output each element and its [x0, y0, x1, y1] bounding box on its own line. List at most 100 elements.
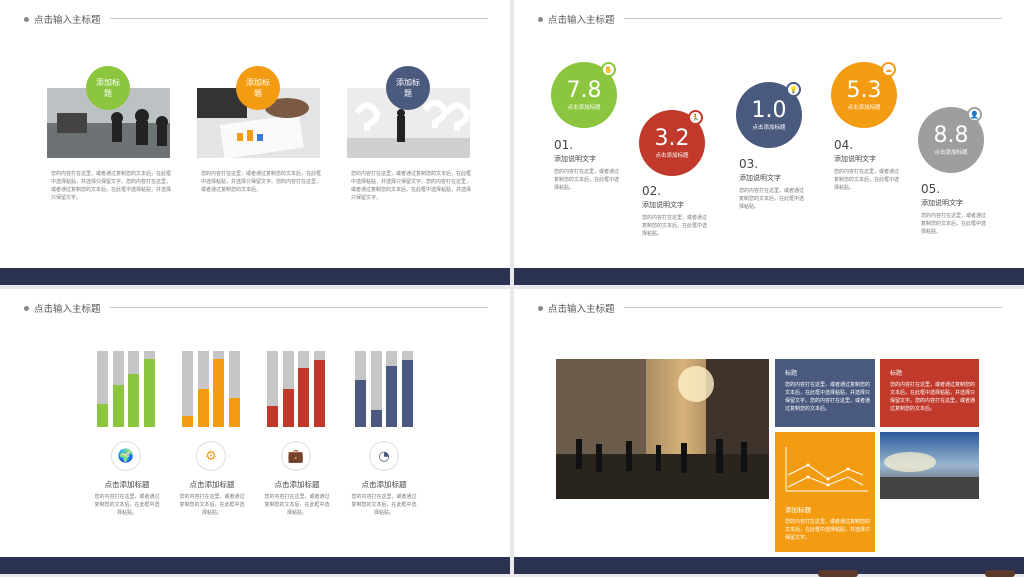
item-number: 01.	[554, 138, 574, 152]
group-text: 您的内容打在这里，或者通过复制您的文本后，在此框中选择粘贴。	[264, 494, 330, 516]
header-title: 点击输入主标题	[34, 15, 101, 26]
footer-bar	[514, 557, 1024, 574]
bar-fill	[228, 398, 240, 427]
bar-track	[313, 351, 325, 427]
bar-fill	[282, 389, 294, 427]
slide-header: 点击输入主标题	[24, 12, 101, 26]
item-number: 04.	[834, 138, 854, 152]
hand-icon: ✋	[601, 62, 616, 77]
item-number: 05.	[921, 182, 941, 196]
bar-track	[370, 351, 382, 427]
bar-fill	[386, 366, 397, 427]
line-chart-icon	[785, 447, 868, 492]
stat-value: 8.8	[933, 123, 969, 148]
stat-label: 点击添加标题	[934, 150, 968, 156]
info-box-1[interactable]: 标题 您的内容打在这里，或者通过复制您的文本后，在此框中选择粘贴，并选择只保留文…	[775, 359, 875, 427]
title-circle-label: 添加标题	[96, 78, 120, 98]
info-box-2[interactable]: 标题 您的内容打在这里，或者通过复制您的文本后，在此框中选择粘贴，并选择只保留文…	[880, 359, 979, 427]
bar-track	[182, 351, 193, 427]
slide-header: 点击输入主标题	[538, 12, 615, 26]
bar-fill	[313, 360, 325, 427]
slide-3[interactable]: 点击输入主标题 🌍 ⚙ 💼 ◔ 点击添加标题 点击添加标题 点击添加标题 点击添…	[0, 289, 510, 574]
bar-track	[228, 351, 240, 427]
item-title: 添加说明文字	[642, 201, 684, 209]
title-circle-2[interactable]: 添加标题	[236, 66, 280, 110]
bullet-icon	[24, 16, 29, 22]
bar-fill	[370, 410, 382, 427]
bar-fill	[112, 385, 124, 427]
title-circle-label: 添加标题	[396, 78, 420, 98]
group-title: 点击添加标题	[104, 480, 150, 489]
item-text: 您的内容打在这里，或者通过复制您的文本后，在此框中选择粘贴。	[834, 169, 900, 191]
group-title: 点击添加标题	[274, 480, 320, 489]
bar-track	[143, 351, 155, 427]
info-box-3[interactable]: 添加标题 您的内容打在这里，或者通过复制您的文本后，在此框中选择粘贴，并选择只保…	[775, 432, 875, 552]
stat-value: 5.3	[846, 78, 882, 103]
item-text: 您的内容打在这里，或者通过复制您的文本后，在此框中选择粘贴。	[554, 169, 620, 191]
footer-bar	[0, 268, 510, 285]
item-text: 您的内容打在这里，或者通过复制您的文本后，在此框中选择粘贴。	[739, 188, 805, 210]
bar-track	[401, 351, 413, 427]
box-title: 标题	[785, 370, 798, 377]
stat-value: 7.8	[566, 78, 602, 103]
group-title: 点击添加标题	[361, 480, 407, 489]
bar-track	[386, 351, 397, 427]
footer-bar	[0, 557, 510, 574]
slide-1[interactable]: 点击输入主标题 添加标题 添加标题 添加标题 您的内容打在这里，或者通过复制您的…	[0, 0, 510, 285]
item-title: 添加说明文字	[921, 199, 963, 207]
group-title: 点击添加标题	[189, 480, 235, 489]
bulb-icon: 💡	[786, 82, 801, 97]
bullet-icon	[538, 16, 543, 22]
item-title: 添加说明文字	[834, 155, 876, 163]
divider	[110, 307, 488, 308]
group-text: 您的内容打在这里，或者通过复制您的文本后，在此框中选择粘贴。	[94, 494, 160, 516]
stat-value: 1.0	[751, 98, 787, 123]
gears-icon: ⚙	[196, 441, 226, 471]
stat-label: 点击添加标题	[655, 153, 689, 159]
group-text: 您的内容打在这里，或者通过复制您的文本后，在此框中选择粘贴。	[351, 494, 417, 516]
bar-fill	[267, 406, 278, 427]
card-text-3: 您的内容打在这里，或者通过复制您的文本后，在此框中选择粘贴，并选择只保留文字。您…	[351, 171, 472, 201]
slide-header: 点击输入主标题	[24, 301, 101, 315]
bar-fill	[401, 360, 413, 427]
bar-fill	[97, 404, 108, 427]
divider	[624, 307, 1002, 308]
box-text: 您的内容打在这里，或者通过复制您的文本后，在此框中选择粘贴，并选择只保留文字。您…	[890, 382, 976, 412]
bullet-icon	[538, 305, 543, 311]
stat-label: 点击添加标题	[847, 105, 881, 111]
slide-2[interactable]: 点击输入主标题 7.8 点击添加标题 ✋ 01. 添加说明文字 您的内容打在这里，…	[514, 0, 1024, 285]
bar-track	[197, 351, 209, 427]
bar-fill	[197, 389, 209, 427]
slide-header: 点击输入主标题	[538, 301, 615, 315]
item-text: 您的内容打在这里，或者通过复制您的文本后，在此框中选择粘贴。	[921, 213, 987, 235]
bar-fill	[182, 416, 193, 427]
footer-bar	[514, 268, 1024, 285]
header-title: 点击输入主标题	[548, 15, 615, 26]
bullet-icon	[24, 305, 29, 311]
stat-value: 3.2	[654, 126, 690, 151]
title-circle-label: 添加标题	[246, 78, 270, 98]
cityscape-image	[880, 432, 979, 499]
street-image	[556, 359, 769, 499]
bar-track	[355, 351, 366, 427]
title-circle-1[interactable]: 添加标题	[86, 66, 130, 110]
title-circle-3[interactable]: 添加标题	[386, 66, 430, 110]
card-text-1: 您的内容打在这里，或者通过复制您的文本后，在此框中选择粘贴，并选择只保留文字。您…	[51, 171, 172, 201]
slide-4[interactable]: 点击输入主标题 标题 您的内容打在这里，或者通过复制您的文本后，在此框中选择粘贴…	[514, 289, 1024, 574]
header-title: 点击输入主标题	[34, 304, 101, 315]
item-number: 02.	[642, 184, 662, 198]
divider	[110, 18, 488, 19]
bar-fill	[213, 359, 224, 427]
bar-track	[267, 351, 278, 427]
bar-track	[282, 351, 294, 427]
bar-fill	[143, 359, 155, 427]
item-title: 添加说明文字	[554, 155, 596, 163]
bar-track	[97, 351, 108, 427]
decor-shape	[818, 570, 858, 577]
card-text-2: 您的内容打在这里，或者通过复制您的文本后，在此框中选择粘贴，并选择只保留文字。您…	[201, 171, 322, 193]
item-number: 03.	[739, 157, 759, 171]
bar-track	[128, 351, 139, 427]
box-text: 您的内容打在这里，或者通过复制您的文本后，在此框中选择粘贴，并选择只保留文字。	[785, 519, 871, 541]
globe-icon: 🌍	[111, 441, 141, 471]
cloud-icon: ☁	[881, 62, 896, 77]
